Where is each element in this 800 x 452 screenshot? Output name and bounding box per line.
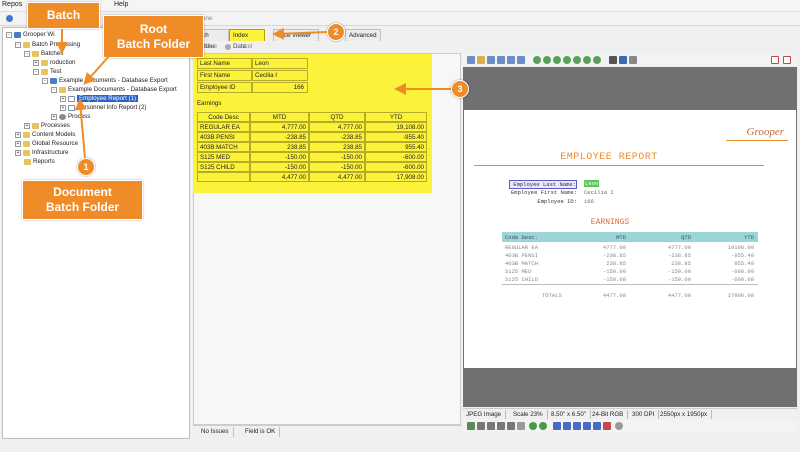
- arrow-index-data: [272, 27, 328, 40]
- callout-arrows: [56, 27, 451, 159]
- arrow-root-batch-folder: [83, 54, 111, 85]
- arrow-document-batch-folder: [74, 98, 87, 159]
